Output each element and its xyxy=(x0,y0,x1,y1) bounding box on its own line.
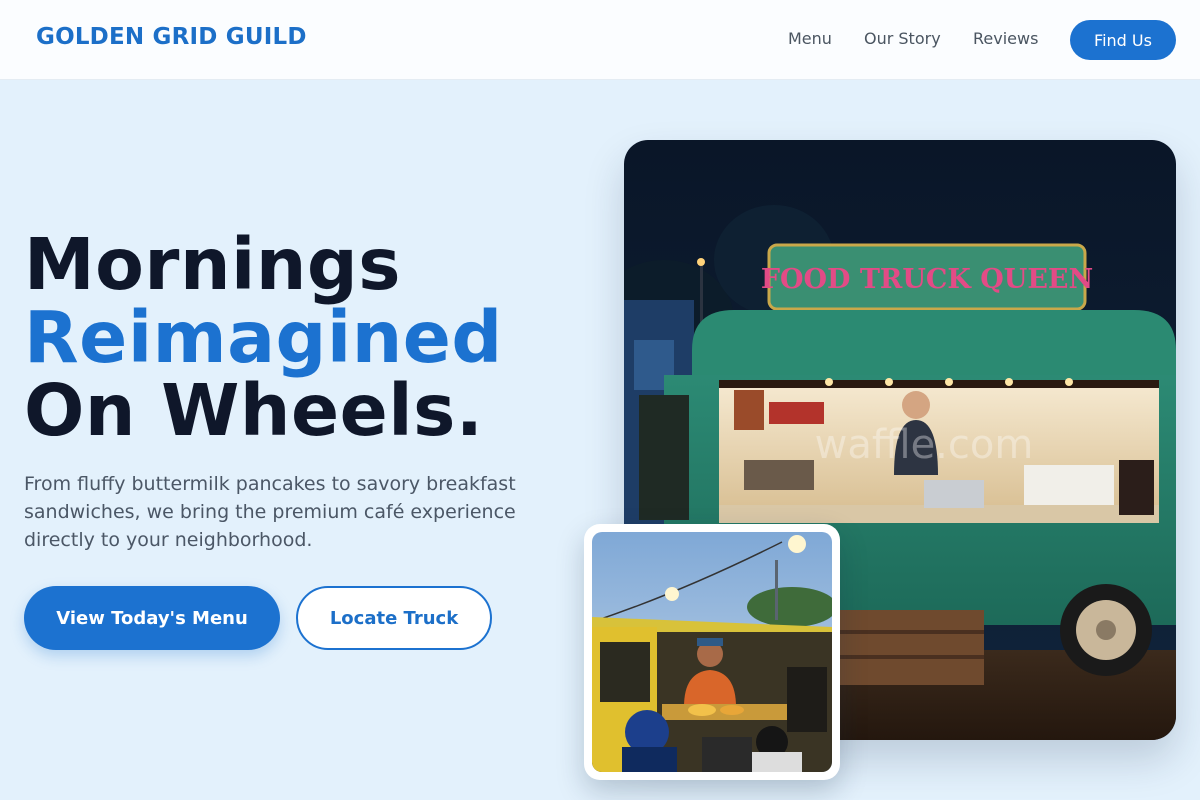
view-menu-button[interactable]: View Today's Menu xyxy=(24,586,280,650)
top-navbar: GOLDEN GRID GUILD Menu Our Story Reviews… xyxy=(0,0,1200,80)
nav-link-our-story[interactable]: Our Story xyxy=(864,29,941,48)
inset-photo-card xyxy=(584,524,840,780)
brand-logo[interactable]: GOLDEN GRID GUILD xyxy=(36,24,307,50)
locate-truck-button[interactable]: Locate Truck xyxy=(296,586,492,650)
image-watermark: waffle.com xyxy=(815,422,1034,468)
nav-link-menu[interactable]: Menu xyxy=(788,29,832,48)
find-us-button[interactable]: Find Us xyxy=(1070,20,1176,60)
hero-title: Mornings Reimagined On Wheels. xyxy=(24,228,503,447)
truck-sign-text: FOOD TRUCK QUEEN xyxy=(761,264,1093,295)
nav-link-reviews[interactable]: Reviews xyxy=(973,29,1038,48)
hero-title-line-3: On Wheels. xyxy=(24,369,484,452)
hero-description: From fluffy buttermilk pancakes to savor… xyxy=(24,473,516,551)
vendor-photo xyxy=(592,532,832,772)
hero-title-line-2: Reimagined xyxy=(24,296,503,379)
hero-title-line-1: Mornings xyxy=(24,223,401,306)
